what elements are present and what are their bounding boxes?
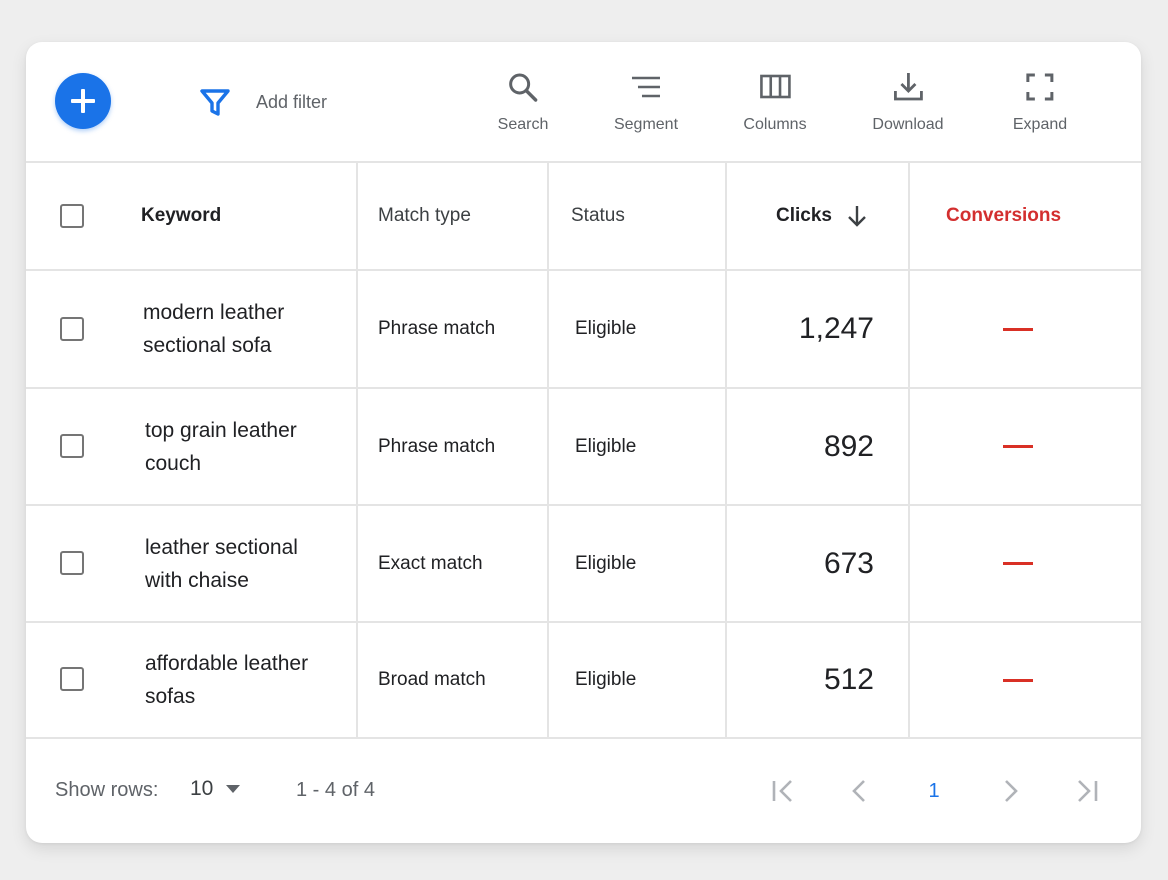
- filter-icon: [200, 89, 230, 116]
- keyword-line: couch: [145, 451, 202, 475]
- header-conversions[interactable]: Conversions: [946, 205, 1061, 227]
- row-checkbox[interactable]: [60, 434, 84, 458]
- table-row: leather sectional with chaise Exact matc…: [26, 506, 1141, 621]
- header-status[interactable]: Status: [571, 205, 625, 227]
- table-row: top grain leather couch Phrase match Eli…: [26, 389, 1141, 504]
- columns-button[interactable]: Columns: [743, 70, 807, 140]
- header-keyword-cell: Keyword: [141, 163, 221, 269]
- show-rows-label: Show rows:: [55, 779, 159, 801]
- row-checkbox[interactable]: [60, 667, 84, 691]
- table-row: modern leather sectional sofa Phrase mat…: [26, 271, 1141, 387]
- select-all-checkbox[interactable]: [60, 204, 84, 228]
- status: Eligible: [575, 669, 637, 690]
- keyword-cell: top grain leather couch: [145, 389, 297, 504]
- clicks-value: 512: [823, 663, 874, 696]
- match-type: Broad match: [378, 669, 486, 690]
- next-page-button[interactable]: [994, 775, 1026, 807]
- conversions-empty-dash: [1003, 327, 1033, 331]
- current-page: 1: [928, 779, 940, 802]
- status: Eligible: [575, 435, 637, 457]
- header-keyword[interactable]: Keyword: [141, 205, 221, 227]
- clicks-value: 1,247: [798, 312, 874, 345]
- last-page-icon: [1078, 780, 1098, 802]
- keyword-cell: affordable leather sofas: [145, 623, 308, 737]
- keyword-line: modern leather: [143, 301, 285, 324]
- segment-button[interactable]: Segment: [614, 70, 678, 140]
- download-button[interactable]: Download: [872, 70, 944, 140]
- keyword-cell: leather sectional with chaise: [145, 506, 298, 621]
- arrow-down-icon: [848, 206, 866, 227]
- plus-icon: [71, 89, 95, 113]
- keyword-line: leather sectional: [145, 535, 298, 559]
- conversions-empty-dash: [1003, 445, 1033, 448]
- status: Eligible: [575, 552, 637, 574]
- first-page-icon: [772, 780, 792, 802]
- previous-page-button[interactable]: [844, 775, 876, 807]
- header-clicks-sort[interactable]: Clicks: [776, 163, 870, 269]
- clicks-value: 892: [823, 429, 874, 463]
- keyword-line: sectional sofa: [143, 334, 272, 357]
- header-match-type[interactable]: Match type: [378, 205, 471, 227]
- rows-per-page-value: 10: [190, 777, 214, 800]
- page-number-button[interactable]: 1: [918, 775, 950, 807]
- add-button[interactable]: [55, 73, 111, 129]
- chevron-left-icon: [852, 780, 865, 802]
- header-status-cell: Status: [571, 163, 625, 269]
- keyword-line: top grain leather: [145, 418, 297, 442]
- chevron-right-icon: [1005, 780, 1018, 802]
- download-icon: [893, 73, 923, 101]
- row-checkbox[interactable]: [60, 317, 84, 341]
- match-type: Phrase match: [378, 318, 496, 339]
- keyword-line: affordable leather: [145, 652, 309, 675]
- table-row: affordable leather sofas Broad match Eli…: [26, 623, 1141, 737]
- header-clicks: Clicks: [776, 205, 832, 226]
- row-checkbox[interactable]: [60, 551, 84, 575]
- conversions-empty-dash: [1003, 678, 1033, 682]
- status: Eligible: [575, 318, 637, 339]
- add-filter-button[interactable]: Add filter: [198, 82, 327, 122]
- expand-label: Expand: [1012, 116, 1068, 133]
- search-label: Search: [497, 116, 549, 133]
- download-label: Download: [872, 116, 944, 133]
- rows-per-page-select[interactable]: 10: [190, 777, 241, 801]
- table-header-row: Keyword Match type Status Clicks Convers…: [26, 163, 1141, 269]
- pagination-footer: Show rows: 10 1 - 4 of 4 1: [26, 739, 1141, 843]
- match-type: Exact match: [378, 552, 483, 574]
- add-filter-label: Add filter: [256, 91, 328, 112]
- header-match-type-cell: Match type: [378, 163, 471, 269]
- last-page-button[interactable]: [1071, 775, 1103, 807]
- first-page-button[interactable]: [767, 775, 799, 807]
- match-type: Phrase match: [378, 435, 496, 457]
- segment-label: Segment: [613, 116, 679, 133]
- search-button[interactable]: Search: [497, 70, 549, 140]
- clicks-value: 673: [823, 546, 874, 580]
- search-icon: [509, 73, 538, 102]
- conversions-empty-dash: [1003, 562, 1033, 565]
- columns-label: Columns: [743, 116, 807, 133]
- keywords-table-card: Add filter Search Segment Columns Downlo…: [26, 42, 1141, 843]
- dropdown-arrow-icon: [226, 785, 241, 793]
- expand-icon: [1026, 73, 1054, 101]
- segment-icon: [631, 76, 660, 98]
- keyword-line: with chaise: [145, 568, 249, 592]
- toolbar: Add filter Search Segment Columns Downlo…: [26, 42, 1141, 161]
- expand-button[interactable]: Expand: [1013, 70, 1067, 140]
- page-range: 1 - 4 of 4: [296, 779, 375, 801]
- header-conversions-cell: Conversions: [946, 163, 1061, 269]
- keyword-cell: modern leather sectional sofa: [143, 271, 284, 387]
- columns-icon: [759, 74, 791, 99]
- keyword-line: sofas: [145, 685, 196, 708]
